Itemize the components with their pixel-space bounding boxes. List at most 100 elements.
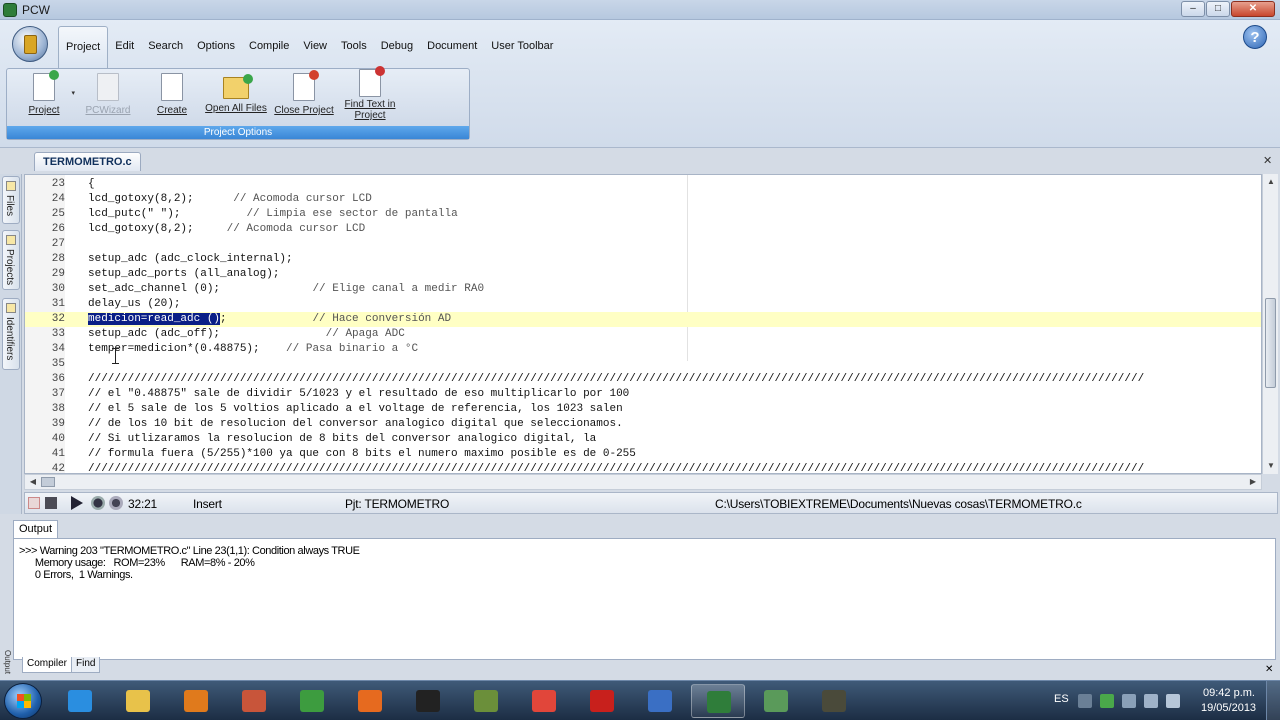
taskbar-item-chrome[interactable] <box>517 684 571 718</box>
taskbar-item-firefox[interactable] <box>343 684 397 718</box>
tab-output[interactable]: Output <box>13 520 59 538</box>
line-code: set_adc_channel (0); // Elige canal a me… <box>88 283 485 295</box>
taskbar-item-chart-app[interactable] <box>633 684 687 718</box>
taskbar-item-internet-explorer[interactable] <box>53 684 107 718</box>
code-line[interactable]: 33 setup_adc (adc_off); // Apaga ADC <box>25 327 1261 342</box>
hp-icon <box>300 690 324 712</box>
close-button[interactable]: ✕ <box>1231 1 1275 17</box>
menu-tab-project[interactable]: Project <box>58 26 109 68</box>
tray-network-icon[interactable] <box>1144 694 1158 708</box>
code-editor[interactable]: 23 {24 lcd_gotoxy(8,2); // Acomoda cursor … <box>24 174 1262 474</box>
code-line[interactable]: 41 // formula fuera (5/255)*100 ya que co… <box>25 447 1261 462</box>
taskbar-item-hand-cursor-app[interactable] <box>401 684 455 718</box>
project-button[interactable]: Project ▾ <box>11 70 77 125</box>
tray-arrow-icon[interactable] <box>1078 694 1092 708</box>
code-line[interactable]: 31 delay_us (20); <box>25 297 1261 312</box>
code-line[interactable]: 23 { <box>25 177 1261 192</box>
start-button[interactable] <box>4 683 42 719</box>
create-button-label: Create <box>156 105 187 116</box>
taskbar-item-network-tool[interactable] <box>227 684 281 718</box>
vertical-scroll-thumb[interactable] <box>1265 298 1276 388</box>
file-icon <box>24 35 37 54</box>
network-tool-icon <box>242 690 266 712</box>
code-line[interactable]: 35 <box>25 357 1261 372</box>
application-menu-button[interactable] <box>12 26 48 62</box>
code-line[interactable]: 25 lcd_putc(" "); // Limpia ese sector de… <box>25 207 1261 222</box>
code-line[interactable]: 42 //////////////////////////////////////… <box>25 462 1261 473</box>
macro-clear-icon[interactable] <box>28 497 40 509</box>
menu-tab-debug[interactable]: Debug <box>374 26 420 66</box>
help-icon[interactable]: ? <box>1243 25 1267 49</box>
code-line[interactable]: 32 medicion=read_adc (); // Hace conversi… <box>25 312 1261 327</box>
find-text-in-project-button[interactable]: Find Text in Project <box>337 66 403 121</box>
taskbar-item-hp[interactable] <box>285 684 339 718</box>
scroll-right-icon[interactable]: ▶ <box>1245 475 1261 489</box>
tab-compiler[interactable]: Compiler <box>22 657 73 673</box>
taskbar-item-pcw-compiler[interactable] <box>691 684 745 718</box>
clock-time[interactable]: 09:42 p.m. <box>1203 687 1255 699</box>
menu-tab-edit[interactable]: Edit <box>108 26 141 66</box>
code-line[interactable]: 37 // el "0.48875" sale de dividir 5/1023… <box>25 387 1261 402</box>
menu-tab-user-toolbar[interactable]: User Toolbar <box>484 26 560 66</box>
line-code: lcd_gotoxy(8,2); // Acomoda cursor LCD <box>88 223 366 235</box>
taskbar-item-game-app[interactable] <box>807 684 861 718</box>
menu-tab-options[interactable]: Options <box>190 26 242 66</box>
close-output-icon[interactable]: ✕ <box>1265 664 1273 675</box>
editor-tab-strip: TERMOMETRO.c <box>0 149 1280 173</box>
menu-tab-compile[interactable]: Compile <box>242 26 296 66</box>
scroll-left-icon[interactable]: ◀ <box>25 475 41 489</box>
code-line[interactable]: 39 // de los 10 bit de resolucion del con… <box>25 417 1261 432</box>
macro-record-icon[interactable] <box>91 496 105 510</box>
menu-tab-view[interactable]: View <box>296 26 334 66</box>
output-log[interactable]: >>> Warning 203 "TERMOMETRO.c" Line 23(1… <box>13 538 1276 660</box>
macro-icon[interactable] <box>45 497 57 509</box>
tray-security-icon[interactable] <box>1100 694 1114 708</box>
create-button[interactable]: Create <box>139 73 205 125</box>
line-code: // formula fuera (5/255)*100 ya que con … <box>88 448 636 460</box>
vertical-scrollbar[interactable]: ▲ ▼ <box>1262 174 1278 474</box>
taskbar-item-media-player[interactable] <box>169 684 223 718</box>
close-editor-icon[interactable]: ✕ <box>1263 154 1272 167</box>
code-line[interactable]: 34 temper=medicion*(0.48875); // Pasa bin… <box>25 342 1261 357</box>
minimize-button[interactable]: – <box>1181 1 1205 17</box>
horizontal-scroll-thumb[interactable] <box>41 477 55 487</box>
side-tab-files[interactable]: Files <box>2 176 20 224</box>
clock-date[interactable]: 19/05/2013 <box>1201 702 1256 714</box>
tab-termometro-c[interactable]: TERMOMETRO.c <box>34 152 141 171</box>
code-line[interactable]: 27 <box>25 237 1261 252</box>
minecraft-icon <box>474 690 498 712</box>
side-tab-projects[interactable]: Projects <box>2 230 20 290</box>
taskbar-item-acrobat[interactable] <box>575 684 629 718</box>
line-number: 24 <box>51 193 65 205</box>
maximize-button[interactable]: □ <box>1206 1 1230 17</box>
side-tab-identifiers[interactable]: Identifiers <box>2 298 20 370</box>
menu-tab-search[interactable]: Search <box>141 26 190 66</box>
output-line: 0 Errors, 1 Warnings. <box>19 569 133 581</box>
code-line[interactable]: 24 lcd_gotoxy(8,2); // Acomoda cursor LCD <box>25 192 1261 207</box>
code-line[interactable]: 38 // el 5 sale de los 5 voltios aplicado… <box>25 402 1261 417</box>
code-line[interactable]: 26 lcd_gotoxy(8,2); // Acomoda cursor LCD <box>25 222 1261 237</box>
macro-stop-icon[interactable] <box>109 496 123 510</box>
show-desktop-button[interactable] <box>1266 681 1280 720</box>
code-line[interactable]: 40 // Si utlizaramos la resolucion de 8 b… <box>25 432 1261 447</box>
tray-volume-icon[interactable] <box>1166 694 1180 708</box>
macro-play-icon[interactable] <box>71 496 83 510</box>
code-line[interactable]: 36 //////////////////////////////////////… <box>25 372 1261 387</box>
tray-device-icon[interactable] <box>1122 694 1136 708</box>
horizontal-scrollbar[interactable]: ◀ ▶ <box>24 474 1262 490</box>
language-indicator[interactable]: ES <box>1054 693 1069 705</box>
taskbar-item-file-explorer[interactable] <box>111 684 165 718</box>
tab-find[interactable]: Find <box>71 657 101 673</box>
code-line[interactable]: 29 setup_adc_ports (all_analog); <box>25 267 1261 282</box>
scroll-up-icon[interactable]: ▲ <box>1263 174 1279 190</box>
taskbar-item-minecraft[interactable] <box>459 684 513 718</box>
code-line[interactable]: 30 set_adc_channel (0); // Elige canal a … <box>25 282 1261 297</box>
open-all-files-button[interactable]: Open All Files <box>203 73 269 125</box>
code-line[interactable]: 28 setup_adc (adc_clock_internal); <box>25 252 1261 267</box>
menu-tab-document[interactable]: Document <box>420 26 484 66</box>
menu-tab-tools[interactable]: Tools <box>334 26 374 66</box>
taskbar-item-circuit-app[interactable] <box>749 684 803 718</box>
project-name: Pjt: TERMOMETRO <box>345 497 450 511</box>
close-project-button[interactable]: Close Project <box>271 70 337 125</box>
scroll-down-icon[interactable]: ▼ <box>1263 458 1279 474</box>
